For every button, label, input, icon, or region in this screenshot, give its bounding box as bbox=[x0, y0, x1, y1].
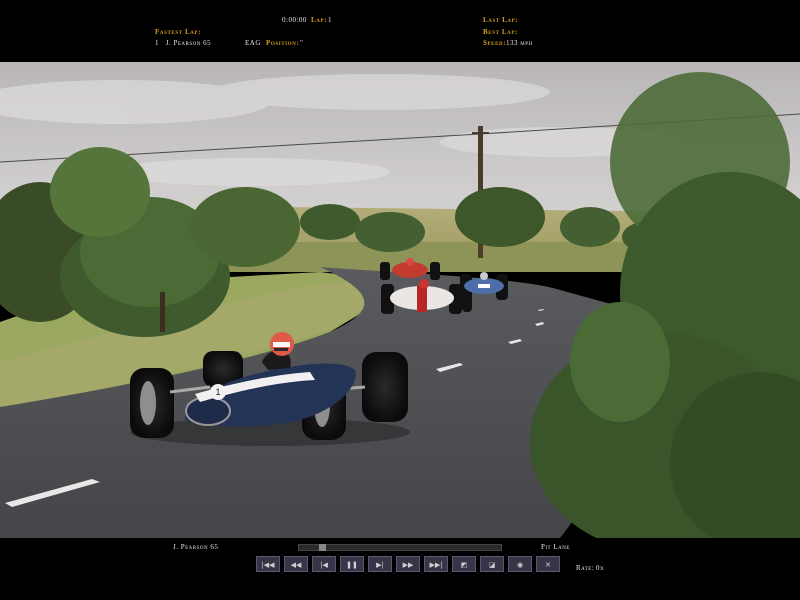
lap-value: 1 bbox=[328, 16, 332, 24]
replay-controls: |◀◀ ◀◀ |◀ ❚❚ ▶| ▶▶ ▶▶| ◩ ◪ ◉ ✕ bbox=[256, 556, 560, 574]
camera-label: Pit Lane bbox=[541, 543, 570, 551]
rate-value: 0x bbox=[596, 564, 605, 572]
best-lap-label: Best Lap: bbox=[483, 28, 518, 36]
rear-right-tyre bbox=[362, 352, 408, 422]
race-scene: 1 bbox=[0, 62, 800, 538]
forward-button[interactable]: ▶▶ bbox=[396, 556, 420, 572]
replay-driver: J. Pearson 65 bbox=[173, 543, 219, 551]
exit-button[interactable]: ✕ bbox=[536, 556, 560, 572]
lap-label: Lap: bbox=[311, 16, 328, 24]
pause-button[interactable]: ❚❚ bbox=[340, 556, 364, 572]
speed-value: 133 mph bbox=[506, 39, 533, 47]
car-number: 1 bbox=[215, 387, 220, 397]
position-value: " bbox=[300, 39, 304, 47]
team-abbr: EAG bbox=[245, 39, 261, 47]
rate-label: Rate: bbox=[576, 564, 595, 572]
race-timer: 0:00:00 bbox=[282, 16, 307, 24]
replay-progress-knob[interactable] bbox=[319, 544, 326, 551]
view-button[interactable]: ◪ bbox=[480, 556, 504, 572]
camera-button[interactable]: ◩ bbox=[452, 556, 476, 572]
fast-rewind-button[interactable]: ◀◀ bbox=[284, 556, 308, 572]
replay-progress-bar[interactable] bbox=[298, 544, 502, 551]
top-hud: Fastest Lap: 1 J. Pearson 65 EAG Positio… bbox=[0, 0, 800, 62]
fastest-lap-value: 1 J. Pearson 65 bbox=[155, 39, 212, 47]
play-button[interactable]: ▶| bbox=[368, 556, 392, 572]
last-lap-label: Last Lap: bbox=[483, 16, 519, 24]
record-button[interactable]: ◉ bbox=[508, 556, 532, 572]
skip-end-button[interactable]: ▶▶| bbox=[424, 556, 448, 572]
position-label: Position: bbox=[266, 39, 300, 47]
speed-label: Speed: bbox=[483, 39, 507, 47]
skip-start-button[interactable]: |◀◀ bbox=[256, 556, 280, 572]
fastest-lap-label: Fastest Lap: bbox=[155, 28, 202, 36]
rewind-button[interactable]: |◀ bbox=[312, 556, 336, 572]
